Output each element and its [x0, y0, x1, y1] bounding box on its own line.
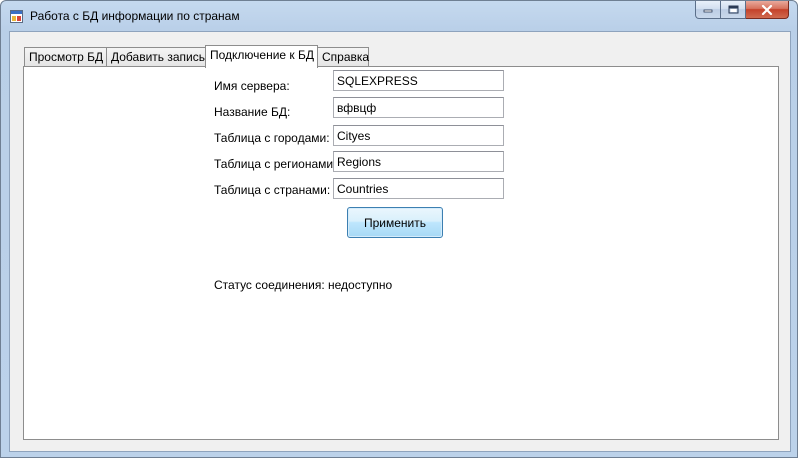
connection-tab-page: Имя сервера: Название БД: Таблица с горо…	[23, 66, 779, 440]
close-button[interactable]	[746, 1, 789, 19]
maximize-button[interactable]	[721, 1, 746, 19]
minimize-icon	[703, 9, 713, 12]
tab-db-connection[interactable]: Подключение к БД	[205, 45, 318, 68]
database-name-input[interactable]	[333, 97, 504, 118]
connection-status-text: Статус соединения: недоступно	[214, 278, 393, 292]
app-window-icon	[10, 10, 23, 23]
server-name-input[interactable]	[333, 70, 504, 91]
countries-table-label: Таблица с странами:	[214, 183, 331, 197]
title-bar[interactable]: Работа с БД информации по странам	[1, 1, 797, 31]
main-window: Работа с БД информации по странам Просмо…	[0, 0, 798, 458]
cities-table-input[interactable]	[333, 125, 504, 146]
cities-table-label: Таблица с городами:	[214, 131, 330, 145]
regions-table-label: Таблица с регионами:	[214, 157, 337, 171]
tab-add-record[interactable]: Добавить запись	[106, 47, 206, 67]
tab-view-db[interactable]: Просмотр БД	[24, 47, 107, 67]
maximize-icon	[728, 5, 738, 14]
countries-table-input[interactable]	[333, 178, 504, 199]
database-name-label: Название БД:	[214, 105, 291, 119]
server-name-label: Имя сервера:	[214, 79, 290, 93]
client-area: Просмотр БД Добавить запись Подключение …	[9, 31, 791, 452]
caption-buttons	[695, 1, 789, 20]
tab-help[interactable]: Справка	[317, 47, 369, 67]
regions-table-input[interactable]	[333, 151, 504, 172]
close-icon	[761, 4, 773, 15]
minimize-button[interactable]	[695, 1, 721, 19]
window-title: Работа с БД информации по странам	[30, 9, 240, 23]
apply-button[interactable]: Применить	[347, 207, 443, 238]
